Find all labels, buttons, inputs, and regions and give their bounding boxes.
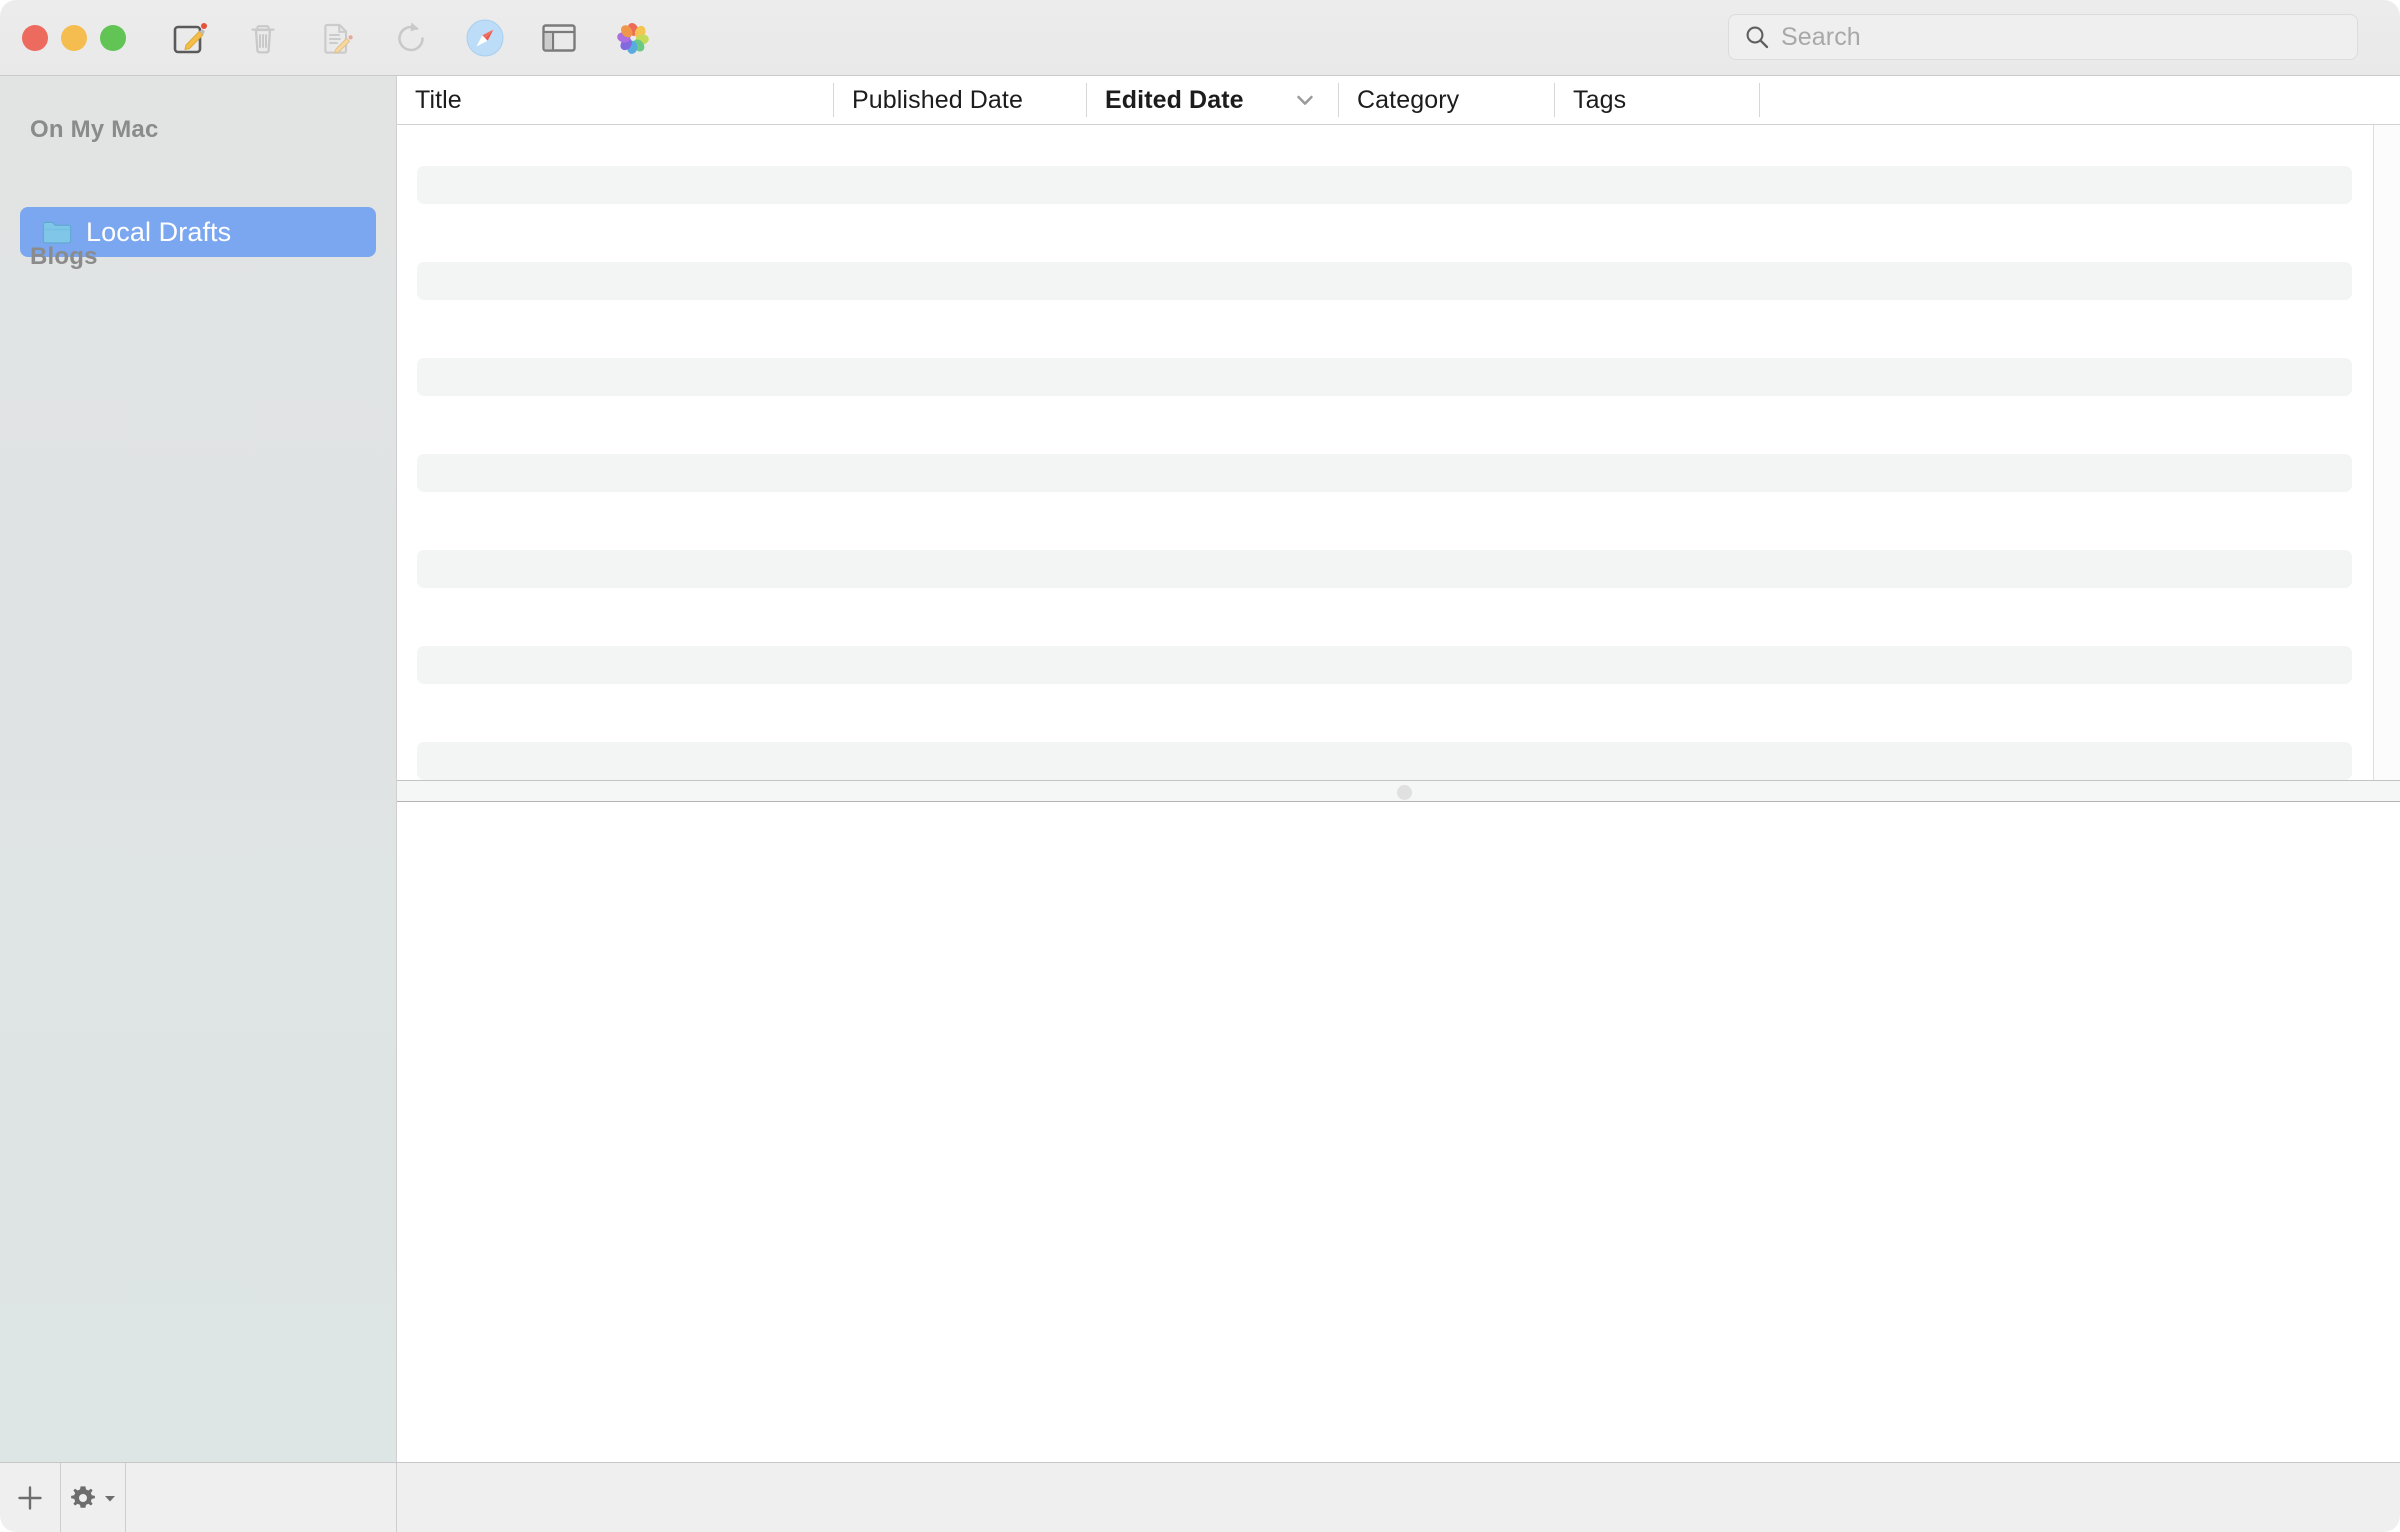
bottom-bar-divider: [396, 1463, 397, 1532]
column-header-category[interactable]: Category: [1339, 76, 1554, 124]
list-item[interactable]: [417, 358, 2352, 396]
column-header-label: Title: [415, 85, 462, 114]
search-field-wrapper: Search: [1728, 14, 2358, 60]
bottom-toolbar: [0, 1462, 2400, 1532]
chevron-down-icon: [1297, 95, 1313, 105]
minimize-window-button[interactable]: [61, 25, 87, 51]
photos-icon: [617, 22, 649, 54]
search-icon: [1746, 26, 1769, 49]
list-item[interactable]: [417, 262, 2352, 300]
pane-splitter[interactable]: [397, 780, 2400, 802]
trash-icon: [251, 25, 275, 54]
titlebar: Search: [0, 0, 2400, 76]
new-post-button[interactable]: [165, 14, 213, 62]
gear-icon: [71, 1485, 95, 1508]
toolbar: [165, 0, 657, 76]
column-header-label: Tags: [1573, 85, 1627, 114]
toggle-sidebar-button[interactable]: [535, 14, 583, 62]
app-window: Search On My Mac Local Drafts Blogs Titl…: [0, 0, 2400, 1532]
list-vertical-scrollbar[interactable]: [2373, 125, 2400, 780]
column-sort-indicator[interactable]: [1292, 87, 1318, 113]
column-header-label: Edited Date: [1105, 85, 1244, 114]
column-divider-5[interactable]: [1759, 83, 1760, 117]
list-item[interactable]: [417, 550, 2352, 588]
plus-icon: [18, 1485, 42, 1510]
post-detail-pane: [397, 802, 2400, 1462]
post-list[interactable]: [397, 125, 2400, 780]
safari-icon: [466, 19, 504, 57]
media-manager-button[interactable]: [609, 14, 657, 62]
traffic-lights: [22, 25, 126, 51]
maximize-window-button[interactable]: [100, 25, 126, 51]
list-item[interactable]: [417, 454, 2352, 492]
list-item[interactable]: [417, 646, 2352, 684]
table-header: Title Published Date Edited Date Categor…: [397, 76, 2400, 125]
delete-button[interactable]: [239, 14, 287, 62]
column-header-published-date[interactable]: Published Date: [834, 76, 1086, 124]
new-post-icon: [173, 23, 207, 54]
edit-document-icon: [324, 23, 353, 54]
list-item[interactable]: [417, 742, 2352, 780]
sidebar: On My Mac Local Drafts Blogs: [0, 76, 396, 1462]
column-header-tags[interactable]: Tags: [1555, 76, 1759, 124]
column-header-edited-date[interactable]: Edited Date: [1087, 76, 1338, 124]
search-input[interactable]: Search: [1728, 14, 2358, 60]
open-in-browser-button[interactable]: [461, 14, 509, 62]
sidebar-item-label: Local Drafts: [86, 216, 232, 247]
content-area: Title Published Date Edited Date Categor…: [396, 76, 2400, 1462]
refresh-button[interactable]: [387, 14, 435, 62]
folder-icon: [42, 221, 72, 244]
close-window-button[interactable]: [22, 25, 48, 51]
dropdown-triangle-icon: [105, 1495, 115, 1501]
sidebar-toggle-icon: [542, 24, 576, 52]
column-header-label: Published Date: [852, 85, 1023, 114]
column-header-label: Category: [1357, 85, 1460, 114]
splitter-handle-icon[interactable]: [1397, 785, 1412, 800]
actions-menu-button[interactable]: [61, 1463, 126, 1532]
refresh-icon: [398, 22, 424, 52]
sidebar-section-header-blogs: Blogs: [30, 243, 98, 270]
column-header-title[interactable]: Title: [397, 76, 833, 124]
edit-document-button[interactable]: [313, 14, 361, 62]
search-placeholder: Search: [1781, 22, 1861, 51]
add-button[interactable]: [0, 1463, 61, 1532]
sidebar-section-header-on-my-mac: On My Mac: [30, 116, 159, 143]
list-item[interactable]: [417, 166, 2352, 204]
